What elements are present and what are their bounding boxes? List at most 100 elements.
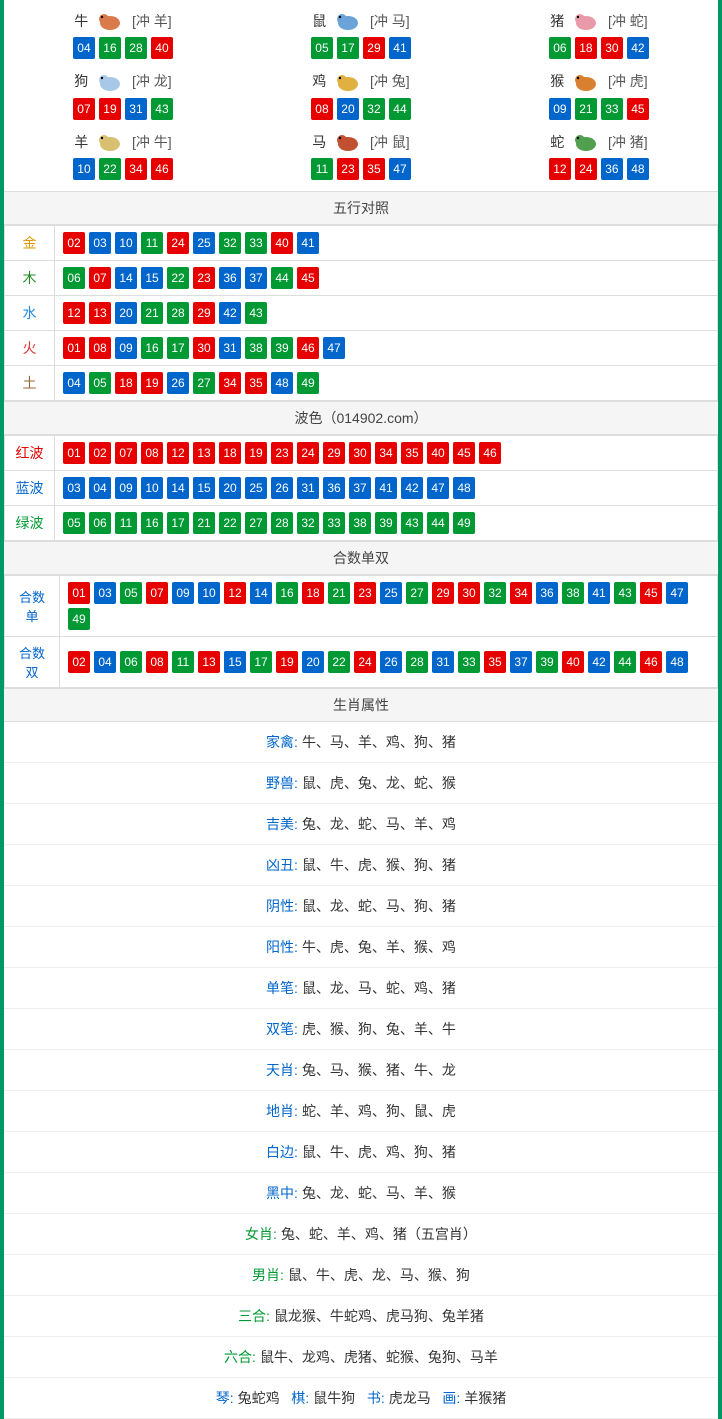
number-ball: 47	[666, 582, 688, 604]
number-ball: 12	[167, 442, 189, 464]
number-ball: 32	[363, 98, 385, 120]
attr-key: 地肖:	[266, 1103, 298, 1119]
number-ball: 47	[427, 477, 449, 499]
number-ball: 10	[115, 232, 137, 254]
attr-row: 阴性:鼠、龙、蛇、马、狗、猪	[4, 886, 718, 927]
number-ball: 01	[68, 582, 90, 604]
number-ball: 27	[245, 512, 267, 534]
number-ball: 20	[115, 302, 137, 324]
number-ball: 25	[380, 582, 402, 604]
attr-value: 蛇、羊、鸡、狗、鼠、虎	[302, 1103, 456, 1119]
number-ball: 21	[193, 512, 215, 534]
zodiac-name: 鼠	[312, 13, 326, 29]
zodiac-icon	[332, 11, 364, 33]
number-ball: 44	[389, 98, 411, 120]
table-row: 土 04051819262734354849	[5, 365, 718, 400]
row-label: 红波	[5, 435, 55, 470]
number-ball: 34	[125, 158, 147, 180]
zodiac-chong: [冲 龙]	[132, 73, 172, 89]
attr-value: 鼠、龙、马、蛇、鸡、猪	[302, 980, 456, 996]
zodiac-cell: 猴 [冲 虎] 09213345	[480, 65, 718, 125]
number-ball: 48	[666, 651, 688, 673]
number-ball: 31	[432, 651, 454, 673]
zodiac-cell: 狗 [冲 龙] 07193143	[4, 65, 242, 125]
attr-value: 虎、猴、狗、兔、羊、牛	[302, 1021, 456, 1037]
number-ball: 08	[141, 442, 163, 464]
number-ball: 01	[63, 337, 85, 359]
number-ball: 07	[146, 582, 168, 604]
footer-val: 羊猴猪	[464, 1390, 506, 1406]
number-ball: 26	[271, 477, 293, 499]
number-ball: 30	[349, 442, 371, 464]
zodiac-chong: [冲 羊]	[132, 13, 172, 29]
zodiac-numbers: 11233547	[242, 158, 480, 180]
zodiac-title: 鸡 [冲 兔]	[242, 71, 480, 93]
zodiac-numbers: 12243648	[480, 158, 718, 180]
row-numbers: 05061116172122272832333839434449	[55, 505, 718, 540]
attr-row: 双笔:虎、猴、狗、兔、羊、牛	[4, 1009, 718, 1050]
number-ball: 49	[297, 372, 319, 394]
number-ball: 39	[375, 512, 397, 534]
row-label: 木	[5, 260, 55, 295]
number-ball: 10	[73, 158, 95, 180]
number-ball: 34	[510, 582, 532, 604]
zodiac-chong: [冲 猪]	[608, 134, 648, 150]
number-ball: 22	[328, 651, 350, 673]
attr-row: 白边:鼠、牛、虎、鸡、狗、猪	[4, 1132, 718, 1173]
row-label: 合数单	[5, 575, 60, 636]
row-numbers: 02031011242532334041	[55, 225, 718, 260]
number-ball: 33	[458, 651, 480, 673]
zodiac-name: 马	[312, 134, 326, 150]
number-ball: 43	[401, 512, 423, 534]
number-ball: 11	[141, 232, 163, 254]
row-numbers: 0108091617303138394647	[55, 330, 718, 365]
attr-key: 阳性:	[266, 939, 298, 955]
zodiac-numbers: 08203244	[242, 98, 480, 120]
zodiac-cell: 鼠 [冲 马] 05172941	[242, 5, 480, 65]
number-ball: 38	[245, 337, 267, 359]
row-numbers: 0102070812131819232429303435404546	[55, 435, 718, 470]
number-ball: 41	[389, 37, 411, 59]
wuxing-table: 金 02031011242532334041 木 060714152223363…	[4, 225, 718, 401]
attr-row: 男肖:鼠、牛、虎、龙、马、猴、狗	[4, 1255, 718, 1296]
number-ball: 42	[588, 651, 610, 673]
zodiac-chong: [冲 蛇]	[608, 13, 648, 29]
number-ball: 17	[250, 651, 272, 673]
number-ball: 06	[63, 267, 85, 289]
number-ball: 09	[115, 477, 137, 499]
row-numbers: 04051819262734354849	[55, 365, 718, 400]
number-ball: 45	[453, 442, 475, 464]
attr-value: 兔、蛇、羊、鸡、猪（五宫肖）	[281, 1226, 477, 1242]
zodiac-numbers: 06183042	[480, 37, 718, 59]
zodiac-numbers: 07193143	[4, 98, 242, 120]
number-ball: 29	[323, 442, 345, 464]
section-wuxing-title: 五行对照	[4, 191, 718, 225]
number-ball: 44	[427, 512, 449, 534]
number-ball: 39	[536, 651, 558, 673]
number-ball: 20	[302, 651, 324, 673]
number-ball: 13	[89, 302, 111, 324]
number-ball: 03	[94, 582, 116, 604]
row-numbers: 03040910141520252631363741424748	[55, 470, 718, 505]
row-numbers: 06071415222336374445	[55, 260, 718, 295]
table-row: 合数单 010305070910121416182123252729303234…	[5, 575, 718, 636]
number-ball: 46	[479, 442, 501, 464]
attr-row: 阳性:牛、虎、兔、羊、猴、鸡	[4, 927, 718, 968]
number-ball: 05	[63, 512, 85, 534]
number-ball: 27	[193, 372, 215, 394]
zodiac-numbers: 05172941	[242, 37, 480, 59]
number-ball: 20	[337, 98, 359, 120]
number-ball: 30	[601, 37, 623, 59]
attr-row: 三合:鼠龙猴、牛蛇鸡、虎马狗、兔羊猪	[4, 1296, 718, 1337]
number-ball: 17	[337, 37, 359, 59]
number-ball: 02	[68, 651, 90, 673]
attr-value: 鼠、虎、兔、龙、蛇、猴	[302, 775, 456, 791]
number-ball: 19	[141, 372, 163, 394]
attr-row: 女肖:兔、蛇、羊、鸡、猪（五宫肖）	[4, 1214, 718, 1255]
number-ball: 06	[120, 651, 142, 673]
number-ball: 18	[575, 37, 597, 59]
attr-key: 三合:	[238, 1308, 270, 1324]
attr-value: 兔、龙、蛇、马、羊、鸡	[302, 816, 456, 832]
attr-value: 牛、马、羊、鸡、狗、猪	[302, 734, 456, 750]
number-ball: 44	[614, 651, 636, 673]
